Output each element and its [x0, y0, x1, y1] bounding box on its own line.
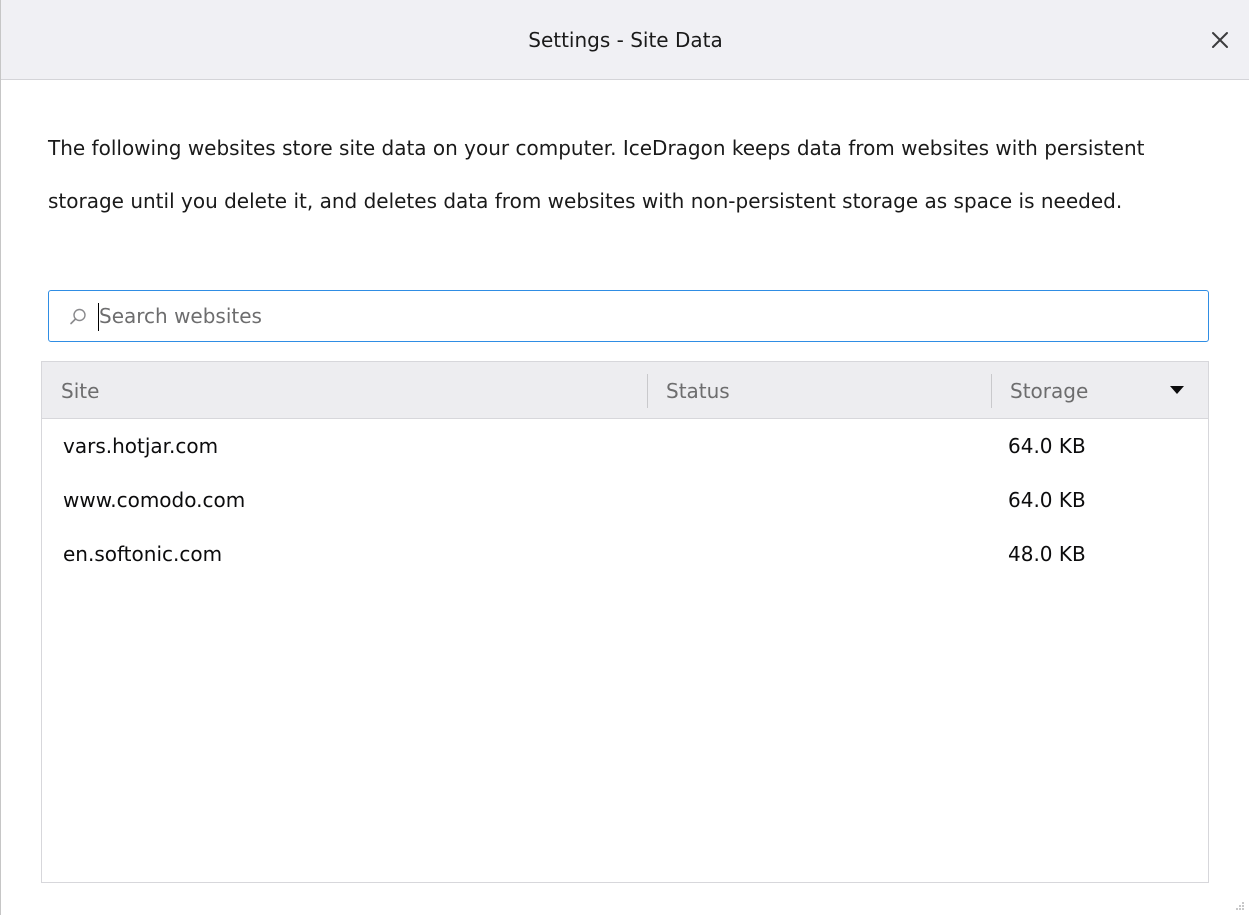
search-input[interactable]	[99, 299, 1189, 333]
resize-grip-icon[interactable]	[1235, 901, 1245, 911]
text-caret	[98, 303, 99, 331]
row-storage: 64.0 KB	[1008, 488, 1086, 512]
column-header-storage[interactable]: Storage	[991, 362, 1208, 418]
column-header-status[interactable]: Status	[647, 362, 991, 418]
site-data-dialog: Settings - Site Data The following websi…	[0, 0, 1249, 915]
column-header-storage-label: Storage	[1010, 379, 1089, 403]
row-storage: 48.0 KB	[1008, 542, 1086, 566]
search-box[interactable]	[48, 290, 1209, 342]
dialog-titlebar: Settings - Site Data	[1, 0, 1249, 80]
row-site: www.comodo.com	[63, 488, 246, 512]
close-icon	[1212, 32, 1228, 48]
sort-descending-icon	[1170, 386, 1184, 394]
dialog-title: Settings - Site Data	[528, 28, 723, 52]
table-row[interactable]: vars.hotjar.com 64.0 KB	[42, 419, 1208, 473]
table-row[interactable]: www.comodo.com 64.0 KB	[42, 473, 1208, 527]
row-site: vars.hotjar.com	[63, 434, 219, 458]
row-storage: 64.0 KB	[1008, 434, 1086, 458]
search-icon	[70, 308, 86, 325]
site-data-table: Site Status Storage vars.hotjar.com 64.0…	[41, 361, 1209, 883]
row-site: en.softonic.com	[63, 542, 223, 566]
description-text: The following websites store site data o…	[48, 136, 1145, 213]
close-button[interactable]	[1210, 30, 1230, 50]
column-header-site[interactable]: Site	[42, 362, 647, 418]
table-body: vars.hotjar.com 64.0 KB www.comodo.com 6…	[42, 419, 1208, 581]
table-header: Site Status Storage	[42, 362, 1208, 419]
table-row[interactable]: en.softonic.com 48.0 KB	[42, 527, 1208, 581]
